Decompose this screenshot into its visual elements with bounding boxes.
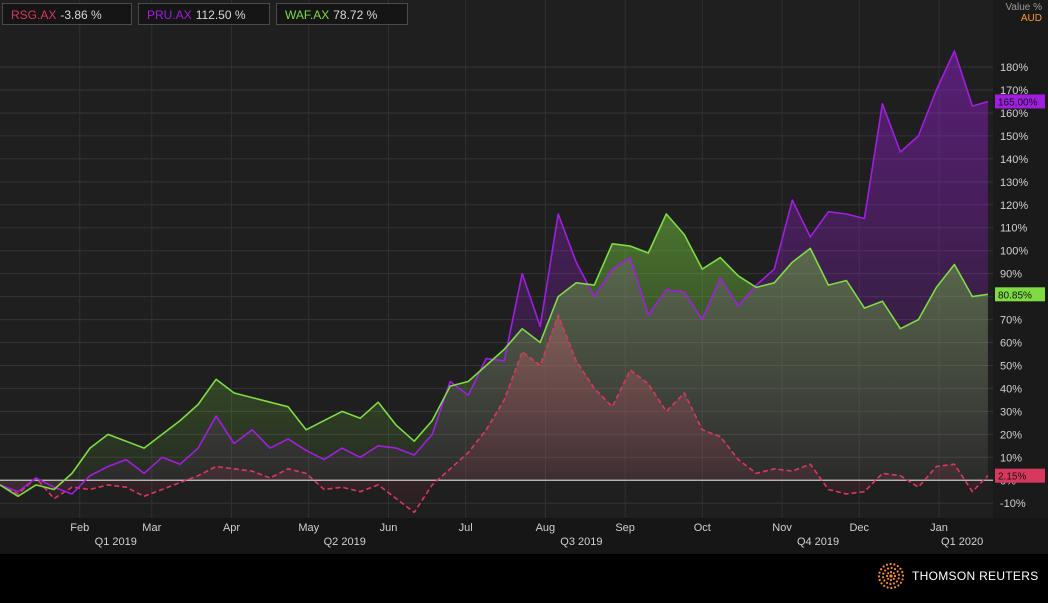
y-tick-label: 180% <box>1000 62 1028 74</box>
logo-dot <box>883 579 886 582</box>
end-value-tag-label: 2.15% <box>998 472 1026 483</box>
logo-dot <box>883 584 886 587</box>
logo-dot <box>885 581 889 585</box>
logo-dot <box>882 565 885 568</box>
logo-dot <box>895 580 898 583</box>
y-tick-label: 110% <box>1000 223 1028 235</box>
legend-value: 112.50 % <box>195 8 246 22</box>
x-quarter-label: Q3 2019 <box>560 536 602 548</box>
end-value-tag-waf-ax: 80.85% <box>995 287 1045 302</box>
x-tick-label: Oct <box>694 522 711 534</box>
logo-dot <box>886 586 889 589</box>
x-tick-label: May <box>298 522 319 534</box>
logo-dot <box>897 577 900 580</box>
legend-ticker: RSG.AX <box>11 8 57 22</box>
logo-dot <box>893 567 897 571</box>
x-tick-label: Jan <box>930 522 948 534</box>
y-tick-label: 50% <box>1000 360 1022 372</box>
logo-dot <box>889 563 892 566</box>
y-axis-currency-label: AUD <box>1020 13 1042 24</box>
legend-value: -3.86 % <box>60 8 102 22</box>
logo-dot <box>889 582 892 586</box>
logo-dot <box>901 570 904 574</box>
y-tick-label: 130% <box>1000 177 1028 189</box>
logo-text: THOMSON REUTERS <box>912 569 1039 583</box>
x-tick-label: Nov <box>772 522 792 534</box>
legend-item-pru[interactable]: PRU.AX 112.50 % <box>138 3 270 25</box>
thomson-reuters-logo: THOMSON REUTERS <box>878 563 1039 589</box>
y-tick-label: 160% <box>1000 108 1028 120</box>
y-tick-label: 90% <box>1000 269 1022 281</box>
x-tick-label: Apr <box>223 522 240 534</box>
logo-dot <box>880 568 883 571</box>
logo-dot <box>887 577 890 580</box>
logo-dot <box>887 572 890 575</box>
logo-dot <box>901 574 904 577</box>
x-tick-label: Jun <box>380 522 398 534</box>
chart-stage: -10%0%10%20%30%40%50%60%70%80%90%100%110… <box>0 0 1048 603</box>
x-tick-label: Sep <box>615 522 635 534</box>
x-tick-label: Mar <box>142 522 161 534</box>
x-quarter-label: Q2 2019 <box>324 536 366 548</box>
x-tick-label: Jul <box>459 522 473 534</box>
end-value-tag-pru-ax: 165.00% <box>995 94 1045 109</box>
logo-dot <box>889 570 893 574</box>
logo-dot <box>889 578 893 582</box>
x-quarter-label: Q1 2019 <box>95 536 137 548</box>
logo-dot <box>880 582 883 585</box>
logo-dot <box>889 574 893 578</box>
logo-dot <box>897 584 900 587</box>
logo-dot <box>878 578 881 582</box>
end-value-tag-label: 165.00% <box>998 97 1038 108</box>
legend-ticker: PRU.AX <box>147 8 192 22</box>
logo-dot <box>893 563 896 566</box>
x-tick-label: Feb <box>70 522 89 534</box>
logo-dot <box>899 567 902 570</box>
logo-dot <box>890 566 893 570</box>
logo-dot <box>896 565 899 568</box>
logo-dot <box>878 571 881 574</box>
end-value-tag-rsg-ax: 2.15% <box>995 468 1045 483</box>
y-tick-label: 20% <box>1000 429 1022 441</box>
logo-dot <box>885 563 889 566</box>
logo-dot <box>892 582 896 585</box>
end-value-tag-label: 80.85% <box>998 290 1032 301</box>
y-tick-label: 150% <box>1000 131 1028 143</box>
logo-dot <box>878 575 881 578</box>
logo-dot <box>882 572 885 575</box>
y-tick-label: 30% <box>1000 406 1022 418</box>
x-tick-label: Aug <box>536 522 556 534</box>
legend-value: 78.72 % <box>333 8 378 22</box>
logo-dot <box>892 577 895 580</box>
logo-dot <box>896 570 899 573</box>
logo-dot <box>899 581 902 584</box>
logo-dot <box>890 586 893 589</box>
logo-dot <box>881 576 885 579</box>
y-tick-label: 40% <box>1000 383 1022 395</box>
logo-dot <box>892 572 895 575</box>
y-tick-label: 60% <box>1000 338 1022 350</box>
y-tick-label: 140% <box>1000 154 1028 166</box>
chart-canvas: -10%0%10%20%30%40%50%60%70%80%90%100%110… <box>0 0 1048 554</box>
x-quarter-label: Q1 2020 <box>941 536 983 548</box>
y-axis-value-label: Value % <box>1005 2 1042 13</box>
y-tick-label: 120% <box>1000 200 1028 212</box>
x-quarter-label: Q4 2019 <box>797 536 839 548</box>
y-tick-label: 10% <box>1000 452 1022 464</box>
legend-item-rsg[interactable]: RSG.AX -3.86 % <box>2 3 132 25</box>
logo-dot <box>885 574 889 578</box>
logo-dot <box>886 567 890 570</box>
logo-dot <box>893 574 897 578</box>
x-tick-label: Dec <box>849 522 869 534</box>
legend-ticker: WAF.AX <box>285 8 330 22</box>
thomson-reuters-sunburst-icon <box>878 563 904 589</box>
logo-dot <box>884 569 887 572</box>
logo-dot <box>901 578 904 581</box>
y-tick-label: -10% <box>1000 498 1026 510</box>
logo-dot <box>893 586 897 589</box>
logo-dot <box>897 573 901 576</box>
y-tick-label: 70% <box>1000 315 1022 327</box>
legend-item-waf[interactable]: WAF.AX 78.72 % <box>276 3 408 25</box>
y-tick-label: 100% <box>1000 246 1028 258</box>
